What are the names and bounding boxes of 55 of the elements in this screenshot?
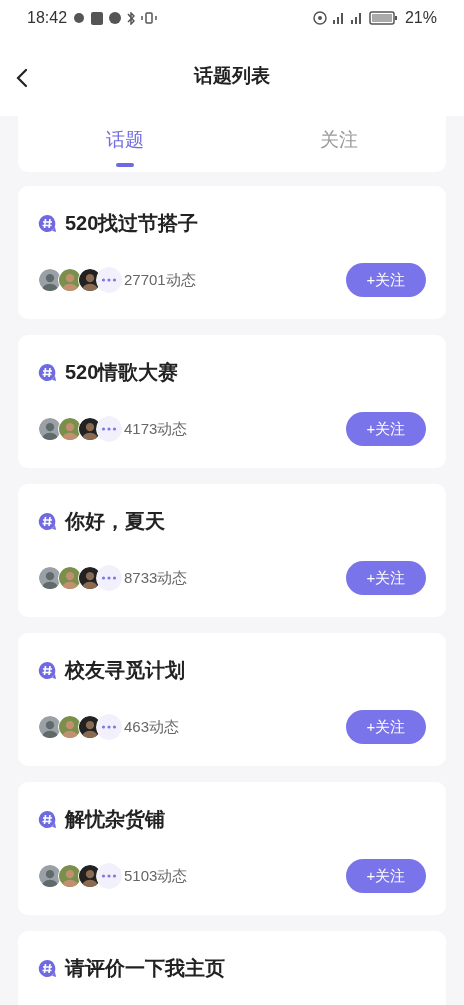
post-count: 4173动态 xyxy=(124,418,188,439)
hashtag-icon xyxy=(38,660,57,680)
avatar xyxy=(58,864,82,888)
hashtag-icon xyxy=(38,511,57,531)
hashtag-icon xyxy=(38,809,57,829)
avatar xyxy=(58,268,82,292)
page-title: 话题列表 xyxy=(194,63,270,88)
tab[interactable]: 话题 xyxy=(18,116,232,172)
more-icon xyxy=(96,863,122,889)
tab[interactable]: 关注 xyxy=(232,116,446,172)
more-icon xyxy=(96,267,122,293)
avatar xyxy=(58,566,82,590)
avatar xyxy=(58,715,82,739)
topic-title: 你好，夏天 xyxy=(65,509,165,534)
topic-card[interactable]: 请评价一下我主页 xyxy=(18,931,446,1005)
topic-title: 520情歌大赛 xyxy=(65,360,179,385)
signal-icon xyxy=(350,12,363,24)
hotspot-icon xyxy=(312,11,327,25)
post-count: 463动态 xyxy=(124,716,180,737)
signal-icon xyxy=(332,12,345,24)
topic-card[interactable]: 520情歌大赛 4173动态 +关注 xyxy=(18,335,446,468)
avatar xyxy=(38,566,62,590)
post-count: 5103动态 xyxy=(124,865,188,886)
avatar xyxy=(38,864,62,888)
topic-card[interactable]: 520找过节搭子 27701动态 +关注 xyxy=(18,186,446,319)
more-icon xyxy=(96,416,122,442)
topic-card[interactable]: 校友寻觅计划 463动态 +关注 xyxy=(18,633,446,766)
topic-card[interactable]: 你好，夏天 8733动态 +关注 xyxy=(18,484,446,617)
vibrate-icon xyxy=(141,12,158,24)
follow-button[interactable]: +关注 xyxy=(346,859,426,893)
more-icon xyxy=(96,565,122,591)
follow-button[interactable]: +关注 xyxy=(346,710,426,744)
topic-card[interactable]: 解忧杂货铺 5103动态 +关注 xyxy=(18,782,446,915)
battery-percent: 21% xyxy=(404,8,437,28)
back-icon xyxy=(16,68,28,88)
battery-icon xyxy=(368,10,399,26)
topic-title: 解忧杂货铺 xyxy=(65,807,165,832)
avatar xyxy=(58,417,82,441)
follow-button[interactable]: +关注 xyxy=(346,561,426,595)
avatar xyxy=(38,268,62,292)
post-count: 8733动态 xyxy=(124,567,188,588)
hashtag-icon xyxy=(38,362,57,382)
topic-title: 请评价一下我主页 xyxy=(65,956,225,981)
status-time: 18:42 xyxy=(27,8,68,28)
follow-button[interactable]: +关注 xyxy=(346,263,426,297)
topic-title: 520找过节搭子 xyxy=(65,211,199,236)
hashtag-icon xyxy=(38,213,57,233)
avatar xyxy=(38,715,62,739)
hashtag-icon xyxy=(38,958,57,978)
avatar xyxy=(38,417,62,441)
more-icon xyxy=(96,714,122,740)
post-count: 27701动态 xyxy=(124,269,196,290)
follow-button[interactable]: +关注 xyxy=(346,412,426,446)
bluetooth-icon xyxy=(127,11,136,25)
topic-title: 校友寻觅计划 xyxy=(65,658,185,683)
